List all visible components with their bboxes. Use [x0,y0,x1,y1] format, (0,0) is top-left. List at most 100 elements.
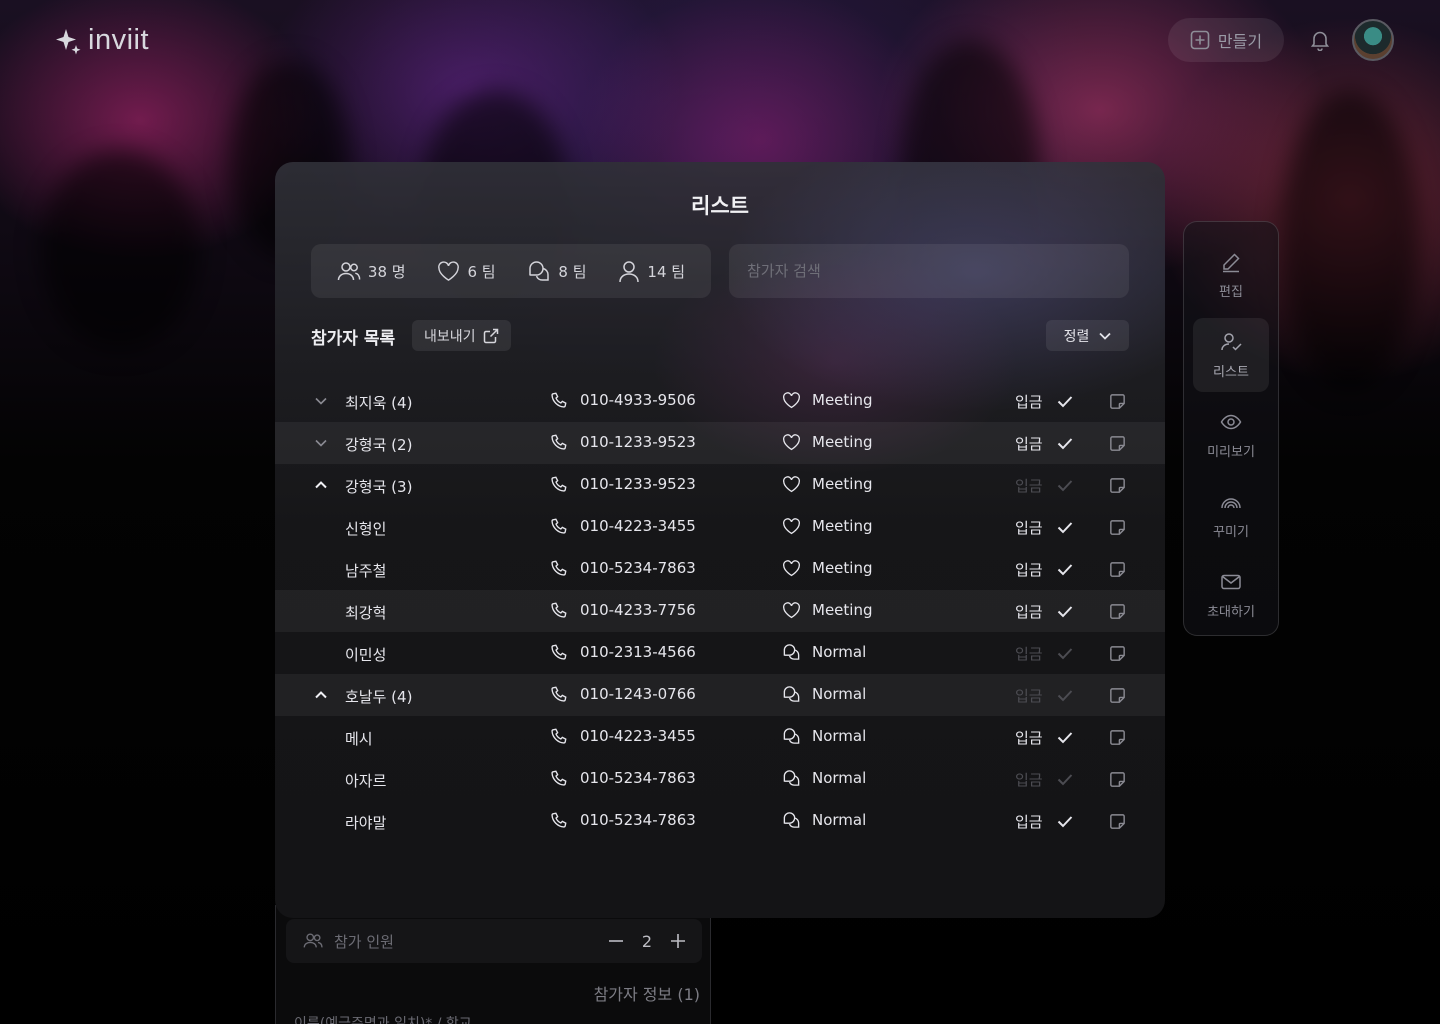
check-icon[interactable] [1057,521,1073,534]
nav-item-preview[interactable]: 미리보기 [1193,398,1269,472]
type-label: Normal [812,727,867,745]
payment-status[interactable]: 입금 [1015,559,1073,580]
nav-item-list[interactable]: 리스트 [1193,318,1269,392]
notification-button[interactable] [1306,26,1334,54]
participant-name: 아자르 [345,772,387,790]
memo-icon[interactable] [1108,644,1127,663]
payment-status[interactable]: 입금 [1015,391,1073,412]
memo-icon[interactable] [1108,770,1127,789]
table-row[interactable]: 남주철 010-5234-7863 Meeting 입금 [275,548,1165,590]
nav-item-invite[interactable]: 초대하기 [1193,558,1269,632]
check-icon[interactable] [1057,815,1073,828]
check-icon[interactable] [1057,437,1073,450]
table-row[interactable]: 라야말 010-5234-7863 Normal 입금 [275,800,1165,842]
memo-icon[interactable] [1108,560,1127,579]
phone-icon [551,560,567,576]
phone-icon [551,602,567,618]
participant-info-label: 참가자 정보 (1) [593,985,700,1004]
create-button[interactable]: 만들기 [1168,18,1284,62]
table-row[interactable]: 최강혁 010-4233-7756 Meeting 입금 [275,590,1165,632]
minus-icon[interactable] [608,933,624,949]
chevron-up-icon[interactable] [315,691,327,699]
stat-individual-value: 14 팀 [647,262,686,281]
nav-label-preview: 미리보기 [1207,444,1255,460]
modal-title: 리스트 [691,194,749,218]
type-label: Normal [812,811,867,829]
memo-icon[interactable] [1108,476,1127,495]
chat-icon [783,728,800,744]
payment-status[interactable]: 입금 [1015,685,1073,706]
nav-label-edit: 편집 [1219,284,1243,300]
check-icon[interactable] [1057,395,1073,408]
payment-status[interactable]: 입금 [1015,433,1073,454]
payment-status[interactable]: 입금 [1015,517,1073,538]
check-icon[interactable] [1057,479,1073,492]
table-row[interactable]: 호날두 (4) 010-1243-0766 Normal 입금 [275,674,1165,716]
sort-button[interactable]: 정렬 [1046,320,1129,351]
table-row[interactable]: 최지욱 (4) 010-4933-9506 Meeting 입금 [275,380,1165,422]
memo-icon[interactable] [1108,434,1127,453]
payment-label: 입금 [1015,645,1043,663]
table-row[interactable]: 강형국 (3) 010-1233-9523 Meeting 입금 [275,464,1165,506]
heart-icon [783,517,800,534]
nav-item-edit[interactable]: 편집 [1193,238,1269,312]
table-row[interactable]: 아자르 010-5234-7863 Normal 입금 [275,758,1165,800]
chevron-down-icon [1099,332,1112,340]
memo-icon[interactable] [1108,686,1127,705]
participant-list: 최지욱 (4) 010-4933-9506 Meeting 입금 강형국 (2) 010-… [275,380,1165,842]
search-input[interactable] [729,244,1129,298]
avatar[interactable] [1352,19,1394,61]
expand-toggle[interactable] [313,435,329,451]
memo-icon[interactable] [1108,728,1127,747]
participant-type: Meeting [782,601,872,619]
logo[interactable]: inviit [56,24,149,57]
participant-phone: 010-1233-9523 [550,475,696,493]
check-icon[interactable] [1057,731,1073,744]
memo-icon[interactable] [1108,812,1127,831]
payment-status[interactable]: 입금 [1015,769,1073,790]
memo-icon[interactable] [1108,602,1127,621]
check-icon[interactable] [1057,773,1073,786]
payment-label: 입금 [1015,729,1043,747]
name-field-label: 이름(예금주명과 일치)* / 학교 [294,1016,472,1024]
collapse-toggle[interactable] [313,477,329,493]
collapse-toggle[interactable] [313,687,329,703]
chevron-up-icon[interactable] [315,481,327,489]
participant-type: Meeting [782,559,872,577]
expand-toggle[interactable] [313,393,329,409]
payment-status[interactable]: 입금 [1015,643,1073,664]
heart-icon [783,391,800,408]
memo-icon[interactable] [1108,392,1127,411]
chevron-down-icon[interactable] [315,439,327,447]
memo-icon[interactable] [1108,518,1127,537]
stat-participants: 38 명 [337,260,406,282]
participant-phone: 010-4223-3455 [550,517,696,535]
participant-phone: 010-1243-0766 [550,685,696,703]
pencil-icon [1223,252,1240,272]
plus-icon[interactable] [670,933,686,949]
mail-icon [1221,574,1241,589]
payment-status[interactable]: 입금 [1015,811,1073,832]
phone-icon [551,686,567,702]
participant-name: 강형국 (3) [345,478,413,496]
chevron-down-icon[interactable] [315,397,327,405]
chat-icon [783,770,800,786]
check-icon[interactable] [1057,647,1073,660]
heart-icon [438,260,460,281]
nav-item-decorate[interactable]: 꾸미기 [1193,478,1269,552]
users-icon [337,262,361,281]
payment-status[interactable]: 입금 [1015,475,1073,496]
table-row[interactable]: 이민성 010-2313-4566 Normal 입금 [275,632,1165,674]
heart-icon [783,433,800,450]
payment-status[interactable]: 입금 [1015,601,1073,622]
check-icon[interactable] [1057,563,1073,576]
side-navigation: 편집 리스트 미리보기 꾸미기 초대하기 [1183,221,1279,636]
export-button[interactable]: 내보내기 [412,320,511,351]
table-row[interactable]: 메시 010-4223-3455 Normal 입금 [275,716,1165,758]
check-icon[interactable] [1057,605,1073,618]
participant-type: Meeting [782,391,872,409]
check-icon[interactable] [1057,689,1073,702]
table-row[interactable]: 신형인 010-4223-3455 Meeting 입금 [275,506,1165,548]
table-row[interactable]: 강형국 (2) 010-1233-9523 Meeting 입금 [275,422,1165,464]
payment-status[interactable]: 입금 [1015,727,1073,748]
